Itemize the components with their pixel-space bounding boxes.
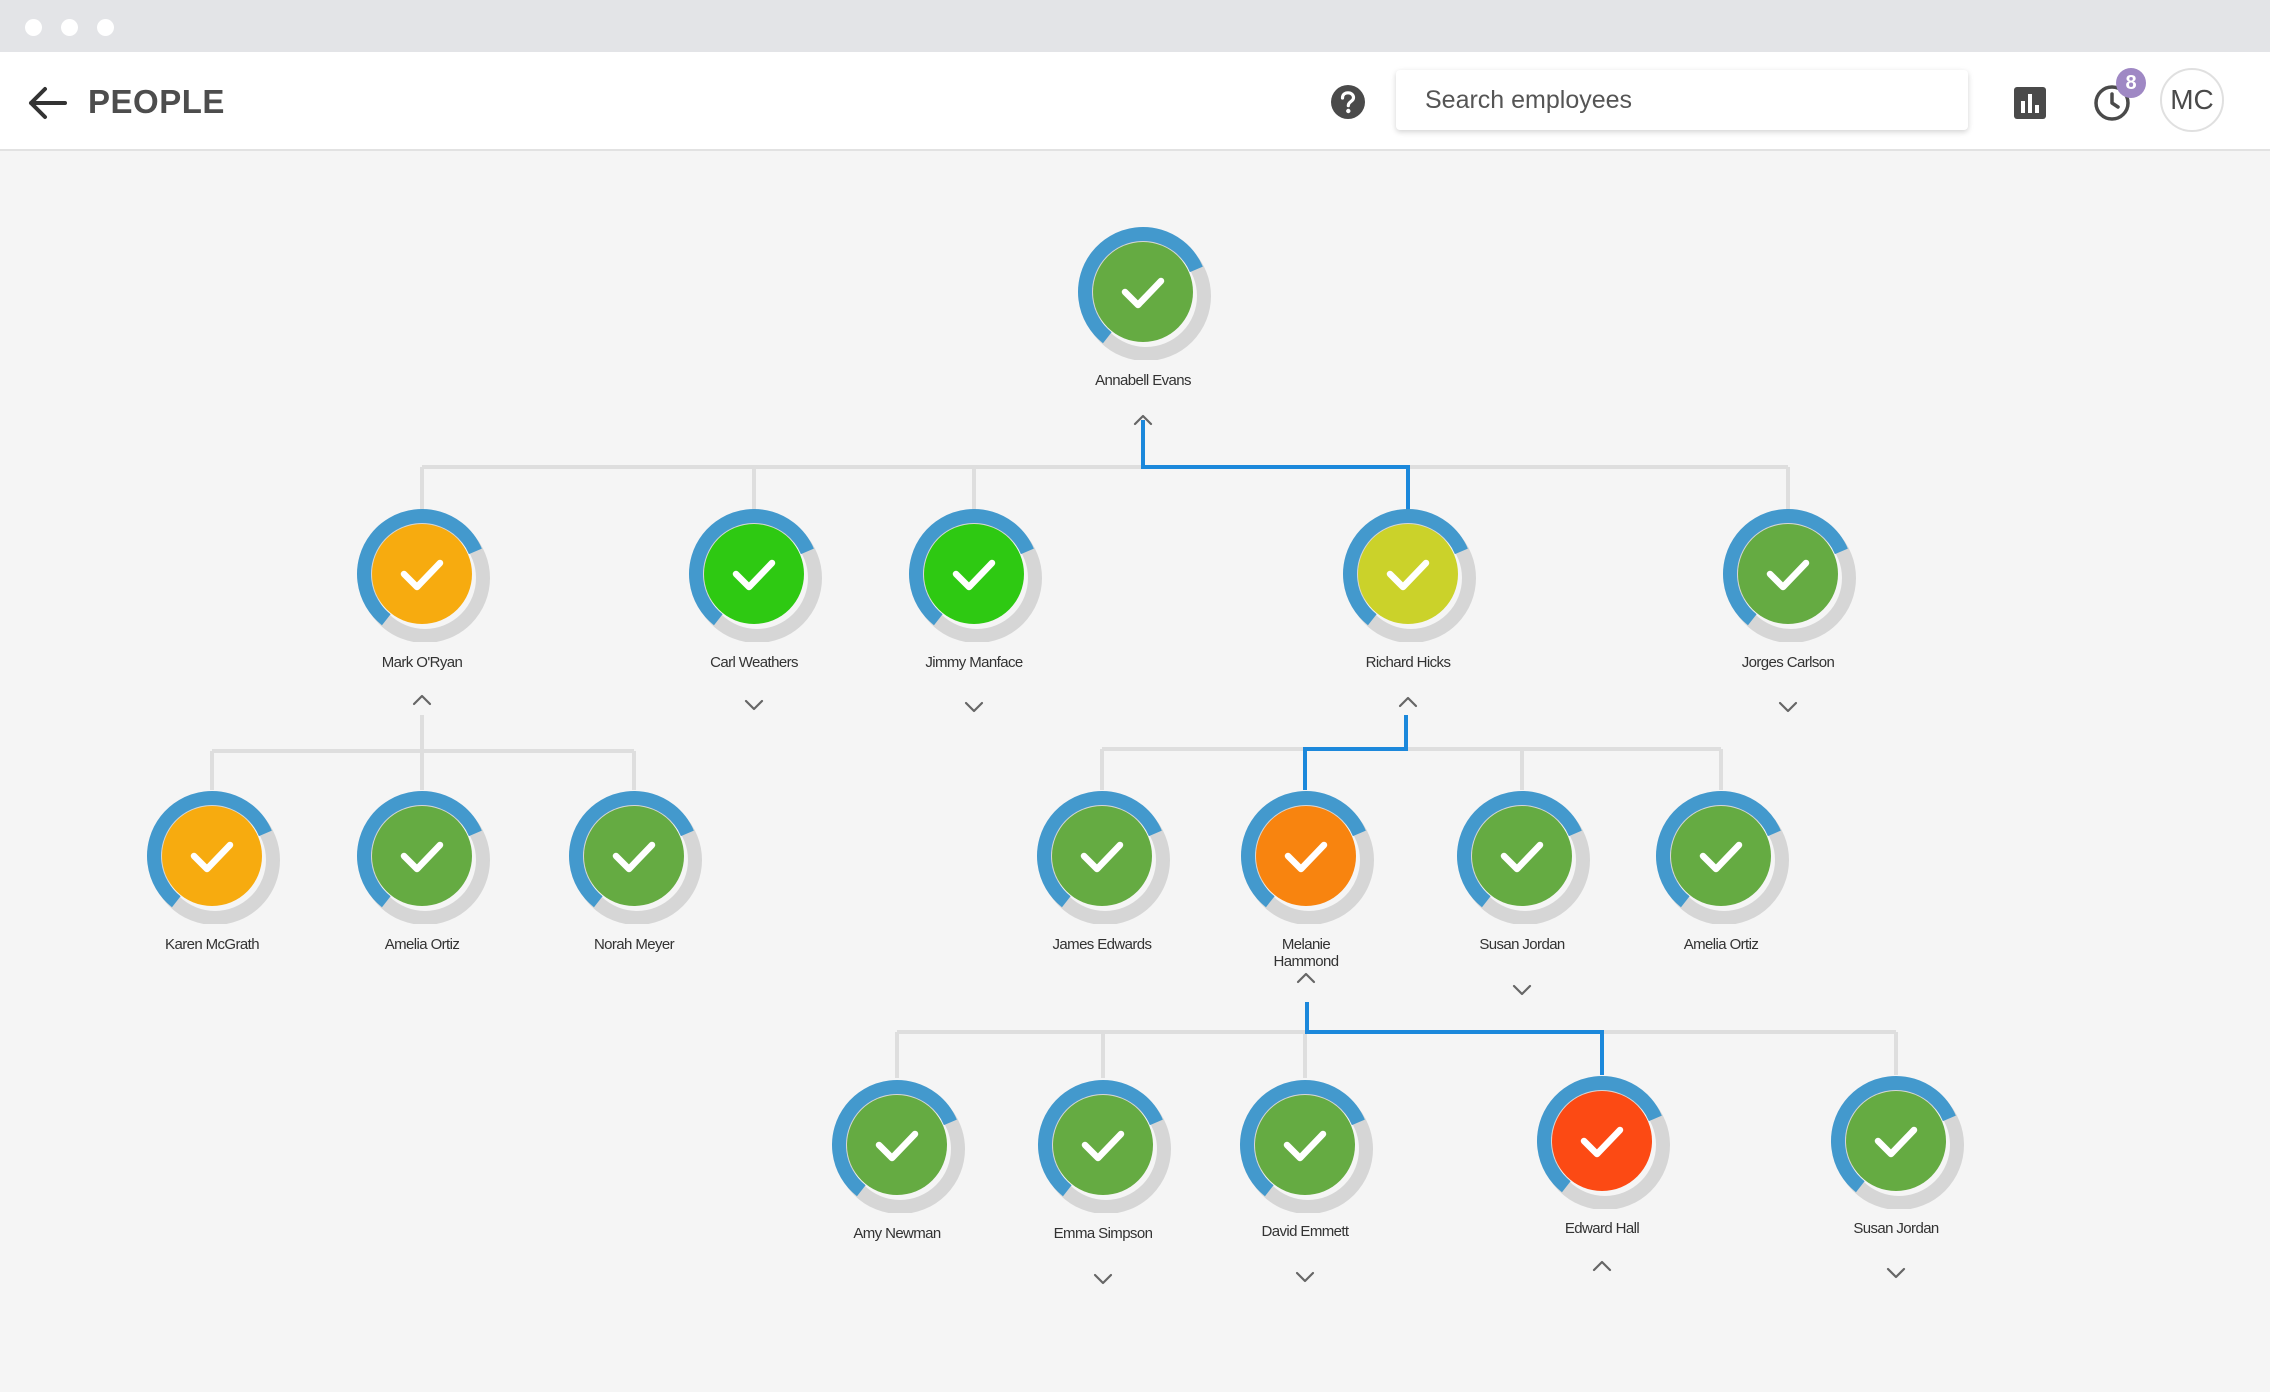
employee-name: David Emmett [1261,1223,1350,1240]
employee-name: Norah Meyer [593,936,675,953]
employee-name: Susan Jordan [1853,1220,1939,1237]
employee-node[interactable] [354,506,490,642]
connector-line [420,420,1790,510]
collapse-toggle[interactable] [1394,692,1422,712]
collapse-toggle[interactable] [1129,410,1157,430]
employee-name: Mark O'Ryan [381,654,463,671]
employee-node[interactable] [1237,1077,1373,1213]
expand-toggle[interactable] [1774,697,1802,717]
employee-node[interactable] [1035,1077,1171,1213]
chevron-down-icon [1093,1273,1113,1285]
employee-node[interactable] [1454,788,1590,924]
employee-node[interactable] [1720,506,1856,642]
chevron-up-icon [412,694,432,706]
connector-line-active [1303,715,1408,790]
employee-name: Annabell Evans [1095,372,1191,389]
employee-node[interactable] [1340,506,1476,642]
connector-line-active [1141,420,1410,510]
employee-node[interactable] [829,1077,965,1213]
expand-toggle[interactable] [1508,980,1536,1000]
employee-name: Emma Simpson [1053,1225,1153,1242]
employee-name: Susan Jordan [1479,936,1565,953]
expand-toggle[interactable] [1291,1267,1319,1287]
employee-name: Richard Hicks [1365,654,1451,671]
employee-node[interactable] [354,788,490,924]
employee-node[interactable] [906,506,1042,642]
chevron-down-icon [744,699,764,711]
expand-toggle[interactable] [1882,1263,1910,1283]
expand-toggle[interactable] [960,697,988,717]
employee-name: Edward Hall [1564,1220,1640,1237]
employee-name: Amelia Ortiz [384,936,460,953]
employee-node[interactable] [1534,1073,1670,1209]
employee-node[interactable] [1653,788,1789,924]
expand-toggle[interactable] [1089,1269,1117,1289]
employee-name: Amy Newman [853,1225,941,1242]
chevron-up-icon [1398,696,1418,708]
collapse-toggle[interactable] [1588,1256,1616,1276]
chevron-up-icon [1133,414,1153,426]
employee-node[interactable] [1034,788,1170,924]
employee-node[interactable] [1828,1073,1964,1209]
collapse-toggle[interactable] [1292,968,1320,988]
collapse-toggle[interactable] [408,690,436,710]
employee-name: Jimmy Manface [925,654,1023,671]
employee-name: Amelia Ortiz [1683,936,1759,953]
expand-toggle[interactable] [740,695,768,715]
employee-node[interactable] [686,506,822,642]
connector-line [210,715,636,790]
chevron-down-icon [1512,984,1532,996]
employee-node[interactable] [1075,224,1211,360]
employee-node[interactable] [1238,788,1374,924]
employee-name: Carl Weathers [710,654,798,671]
connector-line-active [1305,1002,1604,1075]
employee-name: Jorges Carlson [1741,654,1835,671]
employee-name: Melanie Hammond [1273,936,1340,970]
employee-name: Karen McGrath [165,936,260,953]
chevron-down-icon [1886,1267,1906,1279]
employee-node[interactable] [144,788,280,924]
connector-line [895,1002,1898,1078]
employee-name: James Edwards [1052,936,1153,953]
chevron-down-icon [1778,701,1798,713]
connector-line [1100,747,1723,790]
employee-node[interactable] [566,788,702,924]
chevron-up-icon [1296,972,1316,984]
chevron-up-icon [1592,1260,1612,1272]
chevron-down-icon [1295,1271,1315,1283]
chevron-down-icon [964,701,984,713]
